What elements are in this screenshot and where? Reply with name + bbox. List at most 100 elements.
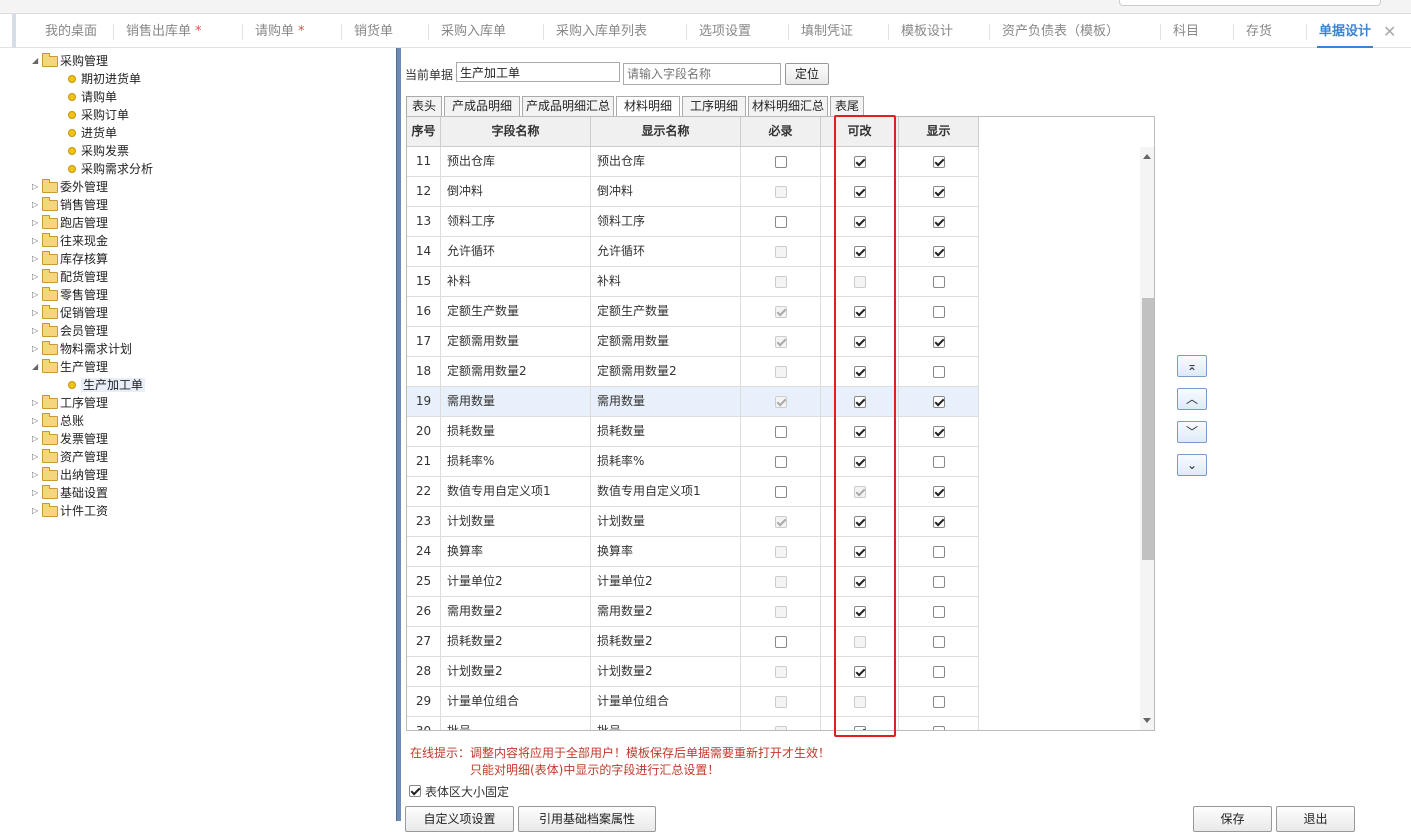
- expand-arrow-icon[interactable]: ▷: [32, 412, 42, 430]
- display-name-cell[interactable]: 计划数量: [591, 507, 741, 537]
- column-header[interactable]: 必录: [741, 117, 821, 147]
- visible-checkbox[interactable]: [932, 726, 945, 730]
- expand-arrow-icon[interactable]: ▷: [32, 250, 42, 268]
- display-name-cell[interactable]: 计量单位组合: [591, 687, 741, 717]
- display-name-cell[interactable]: 损耗率%: [591, 447, 741, 477]
- required-checkbox[interactable]: [774, 486, 787, 498]
- display-name-cell[interactable]: 计划数量2: [591, 657, 741, 687]
- tree-folder-node[interactable]: ▷ 销售管理: [32, 196, 108, 214]
- tree-folder-node[interactable]: ▷ 出纳管理: [32, 466, 108, 484]
- field-search-input[interactable]: [623, 63, 781, 85]
- display-name-cell[interactable]: 需用数量2: [591, 597, 741, 627]
- subtab-0[interactable]: 表头: [406, 96, 442, 116]
- visible-checkbox[interactable]: [932, 276, 945, 288]
- scroll-thumb[interactable]: [1142, 298, 1154, 560]
- current-document-input[interactable]: [456, 62, 620, 82]
- display-name-cell[interactable]: 倒冲料: [591, 177, 741, 207]
- visible-checkbox[interactable]: [932, 246, 945, 258]
- tab-0[interactable]: 我的桌面: [43, 14, 99, 48]
- column-header[interactable]: 显示名称: [591, 117, 741, 147]
- tree-folder-node[interactable]: ▷ 往来现金: [32, 232, 108, 250]
- visible-checkbox[interactable]: [932, 576, 945, 588]
- tab-3[interactable]: 销货单: [352, 14, 395, 48]
- save-button[interactable]: 保存: [1193, 806, 1272, 832]
- subtab-2[interactable]: 产成品明细汇总: [522, 96, 614, 116]
- exit-button[interactable]: 退出: [1276, 806, 1355, 832]
- tree-folder-node[interactable]: ◢ 采购管理: [32, 52, 108, 70]
- fixed-size-option[interactable]: 表体区大小固定: [409, 783, 509, 799]
- visible-checkbox[interactable]: [932, 426, 945, 438]
- tab-7[interactable]: 填制凭证: [799, 14, 855, 48]
- expand-arrow-icon[interactable]: ▷: [32, 430, 42, 448]
- move-top-button[interactable]: ⌅: [1177, 355, 1207, 377]
- reference-archive-attributes-button[interactable]: 引用基础档案属性: [518, 806, 656, 832]
- subtab-4[interactable]: 工序明细: [682, 96, 746, 116]
- required-checkbox[interactable]: [774, 636, 787, 648]
- tab-12[interactable]: 单据设计: [1317, 14, 1374, 48]
- expand-arrow-icon[interactable]: ▷: [32, 304, 42, 322]
- tree-folder-node[interactable]: ▷ 促销管理: [32, 304, 108, 322]
- move-bottom-button[interactable]: ⌄: [1177, 454, 1207, 476]
- tab-1[interactable]: 销售出库单 *: [124, 14, 204, 48]
- tree-folder-node[interactable]: ▷ 发票管理: [32, 430, 108, 448]
- display-name-cell[interactable]: 补料: [591, 267, 741, 297]
- tree-folder-node[interactable]: ▷ 跑店管理: [32, 214, 108, 232]
- move-up-button[interactable]: ︿: [1177, 388, 1207, 410]
- tab-10[interactable]: 科目: [1171, 14, 1201, 48]
- display-name-cell[interactable]: 定额需用数量2: [591, 357, 741, 387]
- required-checkbox[interactable]: [774, 456, 787, 468]
- visible-checkbox[interactable]: [932, 696, 945, 708]
- visible-checkbox[interactable]: [932, 306, 945, 318]
- tab-11[interactable]: 存货: [1244, 14, 1274, 48]
- visible-checkbox[interactable]: [932, 336, 945, 348]
- required-checkbox[interactable]: [774, 426, 787, 438]
- column-header[interactable]: 字段名称: [441, 117, 591, 147]
- tree-leaf-node[interactable]: 请购单: [68, 88, 117, 106]
- tree-folder-node[interactable]: ▷ 总账: [32, 412, 84, 430]
- display-name-cell[interactable]: 计量单位2: [591, 567, 741, 597]
- tree-leaf-node[interactable]: 进货单: [68, 124, 117, 142]
- expand-arrow-icon[interactable]: ▷: [32, 394, 42, 412]
- visible-checkbox[interactable]: [932, 456, 945, 468]
- tree-folder-node[interactable]: ▷ 会员管理: [32, 322, 108, 340]
- display-name-cell[interactable]: 需用数量: [591, 387, 741, 417]
- pane-splitter[interactable]: [396, 48, 401, 821]
- visible-checkbox[interactable]: [932, 606, 945, 618]
- tab-6[interactable]: 选项设置: [697, 14, 753, 48]
- tab-9[interactable]: 资产负债表（模板）: [1000, 14, 1121, 48]
- visible-checkbox[interactable]: [932, 366, 945, 378]
- subtab-5[interactable]: 材料明细汇总: [748, 96, 828, 116]
- display-name-cell[interactable]: 领料工序: [591, 207, 741, 237]
- tree-leaf-node[interactable]: 采购发票: [68, 142, 129, 160]
- scroll-down-arrow-icon[interactable]: [1143, 718, 1151, 723]
- tab-2[interactable]: 请购单 *: [253, 14, 307, 48]
- expand-arrow-icon[interactable]: ▷: [32, 466, 42, 484]
- expand-arrow-icon[interactable]: ▷: [32, 340, 42, 358]
- subtab-3[interactable]: 材料明细: [616, 96, 680, 117]
- global-search-box[interactable]: [1119, 0, 1381, 6]
- tab-8[interactable]: 模板设计: [899, 14, 955, 48]
- column-header[interactable]: 显示: [899, 117, 979, 147]
- tree-folder-node[interactable]: ▷ 工序管理: [32, 394, 108, 412]
- display-name-cell[interactable]: 允许循环: [591, 237, 741, 267]
- column-header[interactable]: 序号: [407, 117, 441, 147]
- tree-folder-node[interactable]: ▷ 物料需求计划: [32, 340, 132, 358]
- subtab-1[interactable]: 产成品明细: [444, 96, 520, 116]
- visible-checkbox[interactable]: [932, 546, 945, 558]
- collapse-arrow-icon[interactable]: ◢: [32, 358, 42, 376]
- visible-checkbox[interactable]: [932, 156, 945, 168]
- tree-leaf-node[interactable]: 期初进货单: [68, 70, 141, 88]
- visible-checkbox[interactable]: [932, 486, 945, 498]
- display-name-cell[interactable]: 预出仓库: [591, 147, 741, 177]
- visible-checkbox[interactable]: [932, 636, 945, 648]
- visible-checkbox[interactable]: [932, 666, 945, 678]
- display-name-cell[interactable]: 定额需用数量: [591, 327, 741, 357]
- display-name-cell[interactable]: 损耗数量: [591, 417, 741, 447]
- expand-arrow-icon[interactable]: ▷: [32, 322, 42, 340]
- required-checkbox[interactable]: [774, 216, 787, 228]
- expand-arrow-icon[interactable]: ▷: [32, 502, 42, 520]
- scroll-up-arrow-icon[interactable]: [1143, 154, 1151, 159]
- tree-leaf-node[interactable]: 采购订单: [68, 106, 129, 124]
- expand-arrow-icon[interactable]: ▷: [32, 484, 42, 502]
- tree-leaf-node[interactable]: 生产加工单: [68, 376, 146, 394]
